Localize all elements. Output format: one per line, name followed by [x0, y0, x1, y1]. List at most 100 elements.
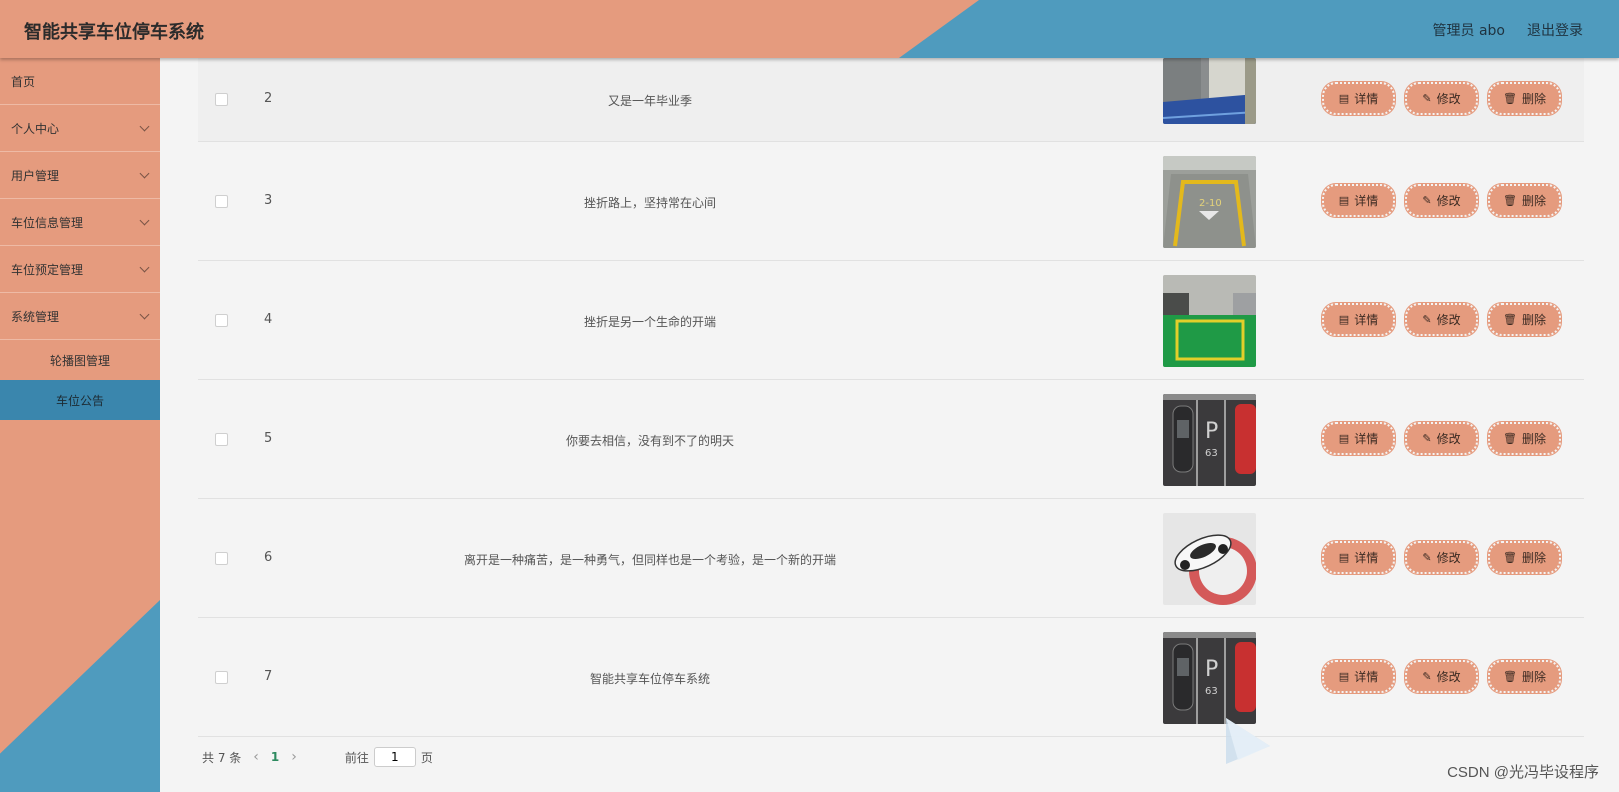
detail-button-label: 详情 — [1354, 312, 1379, 327]
delete-button[interactable]: 🗑 删除 — [1487, 301, 1562, 337]
sidebar-item[interactable]: 用户管理 — [0, 152, 160, 199]
row-index: 7 — [264, 668, 273, 684]
current-user: 管理员 abo — [1432, 23, 1505, 39]
row-actions: ▤ 详情 ✎ 修改 🗑 删除 — [1321, 420, 1562, 456]
edit-button[interactable]: ✎ 修改 — [1404, 182, 1479, 218]
detail-button[interactable]: ▤ 详情 — [1321, 182, 1396, 218]
row-actions: ▤ 详情 ✎ 修改 🗑 删除 — [1321, 658, 1562, 694]
chevron-down-icon — [139, 168, 150, 179]
pagination: 共 7 条 ‹ 1 › 前往 页 — [202, 747, 433, 767]
delete-button[interactable]: 🗑 删除 — [1487, 658, 1562, 694]
chevron-down-icon — [139, 262, 150, 273]
trash-icon: 🗑 — [1503, 193, 1517, 207]
row-thumbnail: 2-10 — [1163, 155, 1256, 248]
row-actions: ▤ 详情 ✎ 修改 🗑 删除 — [1321, 182, 1562, 218]
table-row: 4 挫折是另一个生命的开端 ▤ 详情 ✎ 修改 🗑 删除 — [198, 261, 1584, 380]
edit-button[interactable]: ✎ 修改 — [1404, 539, 1479, 575]
sidebar: 首页个人中心 用户管理车位信息管理 车位预定管理 系统管理轮播图管理 车位公告 — [0, 58, 160, 792]
delete-button-label: 删除 — [1521, 92, 1546, 106]
svg-text:2-10: 2-10 — [1199, 198, 1222, 209]
delete-button[interactable]: 🗑 删除 — [1487, 182, 1562, 218]
row-title: 你要去相信，没有到不了的明天 — [565, 433, 734, 448]
delete-button[interactable]: 🗑 删除 — [1487, 539, 1562, 575]
delete-button-label: 删除 — [1521, 431, 1546, 446]
sidebar-subitem[interactable]: 轮播图管理 — [0, 340, 160, 380]
pencil-icon: ✎ — [1422, 669, 1432, 683]
pencil-icon: ✎ — [1422, 193, 1432, 207]
page-number[interactable]: 1 — [271, 750, 279, 764]
delete-button[interactable]: 🗑 删除 — [1487, 420, 1562, 456]
row-checkbox[interactable] — [215, 670, 228, 684]
sidebar-item[interactable]: 个人中心 — [0, 105, 160, 152]
delete-button-label: 删除 — [1521, 550, 1546, 565]
pencil-icon: ✎ — [1422, 550, 1432, 564]
row-index: 4 — [264, 311, 273, 327]
row-title: 挫折路上，坚持常在心间 — [583, 195, 716, 210]
detail-button[interactable]: ▤ 详情 — [1321, 539, 1396, 575]
row-actions: ▤ 详情 ✎ 修改 🗑 删除 — [1321, 539, 1562, 575]
edit-button-label: 修改 — [1436, 431, 1461, 446]
row-checkbox[interactable] — [215, 551, 228, 565]
row-checkbox[interactable] — [215, 93, 228, 106]
trash-icon: 🗑 — [1503, 312, 1517, 326]
sidebar-item-label: 首页 — [11, 74, 36, 89]
pencil-icon: ✎ — [1422, 431, 1432, 445]
svg-text:P: P — [1205, 657, 1218, 682]
pencil-icon: ✎ — [1422, 92, 1432, 105]
document-icon: ▤ — [1338, 550, 1350, 564]
detail-button[interactable]: ▤ 详情 — [1321, 81, 1396, 116]
sidebar-decor — [0, 600, 160, 792]
edit-button-label: 修改 — [1436, 550, 1461, 565]
row-thumbnail — [1163, 58, 1256, 124]
table-row: 5 你要去相信，没有到不了的明天 P 63 ▤ 详情 ✎ 修改 🗑 删除 — [198, 380, 1584, 499]
delete-button[interactable]: 🗑 删除 — [1487, 81, 1562, 116]
trash-icon: 🗑 — [1503, 669, 1517, 683]
svg-text:P: P — [1205, 419, 1218, 444]
document-icon: ▤ — [1338, 669, 1350, 683]
chevron-down-icon — [139, 121, 150, 132]
edit-button[interactable]: ✎ 修改 — [1404, 81, 1479, 116]
table-row: 2 又是一年毕业季 ▤ 详情 ✎ 修改 🗑 删除 — [198, 58, 1584, 142]
detail-button-label: 详情 — [1354, 193, 1379, 208]
sidebar-subitem[interactable]: 车位公告 — [0, 380, 160, 420]
trash-icon: 🗑 — [1503, 550, 1517, 564]
document-icon: ▤ — [1338, 312, 1350, 326]
row-checkbox[interactable] — [215, 313, 228, 327]
sidebar-item-label: 车位信息管理 — [11, 215, 84, 230]
trash-icon: 🗑 — [1503, 92, 1517, 105]
goto-page-input[interactable] — [373, 747, 416, 767]
row-title: 离开是一种痛苦，是一种勇气，但同样也是一个考验，是一个新的开端 — [463, 552, 836, 567]
row-title: 又是一年毕业季 — [607, 94, 692, 108]
sidebar-item[interactable]: 首页 — [0, 58, 160, 105]
row-checkbox[interactable] — [215, 432, 228, 446]
total-count: 共 7 条 — [202, 750, 242, 765]
pencil-icon: ✎ — [1422, 312, 1432, 326]
detail-button[interactable]: ▤ 详情 — [1321, 658, 1396, 694]
row-actions: ▤ 详情 ✎ 修改 🗑 删除 — [1321, 301, 1562, 337]
table-row: 7 智能共享车位停车系统 P 63 ▤ 详情 ✎ 修改 🗑 删除 — [198, 618, 1584, 737]
prev-page-icon[interactable]: ‹ — [253, 749, 259, 765]
edit-button[interactable]: ✎ 修改 — [1404, 420, 1479, 456]
sidebar-menu: 首页个人中心 用户管理车位信息管理 车位预定管理 系统管理轮播图管理 车位公告 — [0, 58, 160, 420]
row-thumbnail: P 63 — [1163, 631, 1256, 724]
row-title: 挫折是另一个生命的开端 — [583, 314, 716, 329]
video-player-logo-icon — [1226, 718, 1270, 764]
row-title: 智能共享车位停车系统 — [589, 671, 710, 686]
sidebar-item-label: 系统管理 — [11, 309, 60, 324]
trash-icon: 🗑 — [1503, 431, 1517, 445]
sidebar-item[interactable]: 车位预定管理 — [0, 246, 160, 293]
edit-button[interactable]: ✎ 修改 — [1404, 658, 1479, 694]
sidebar-item[interactable]: 车位信息管理 — [0, 199, 160, 246]
chevron-down-icon — [139, 215, 150, 226]
app-title: 智能共享车位停车系统 — [24, 22, 204, 43]
detail-button[interactable]: ▤ 详情 — [1321, 301, 1396, 337]
detail-button[interactable]: ▤ 详情 — [1321, 420, 1396, 456]
next-page-icon[interactable]: › — [291, 749, 297, 765]
row-thumbnail — [1163, 512, 1256, 605]
logout-link[interactable]: 退出登录 — [1527, 20, 1583, 40]
edit-button[interactable]: ✎ 修改 — [1404, 301, 1479, 337]
sidebar-item-label: 车位预定管理 — [11, 262, 84, 277]
edit-button-label: 修改 — [1436, 669, 1461, 684]
sidebar-item[interactable]: 系统管理 — [0, 293, 160, 340]
row-checkbox[interactable] — [215, 194, 228, 208]
